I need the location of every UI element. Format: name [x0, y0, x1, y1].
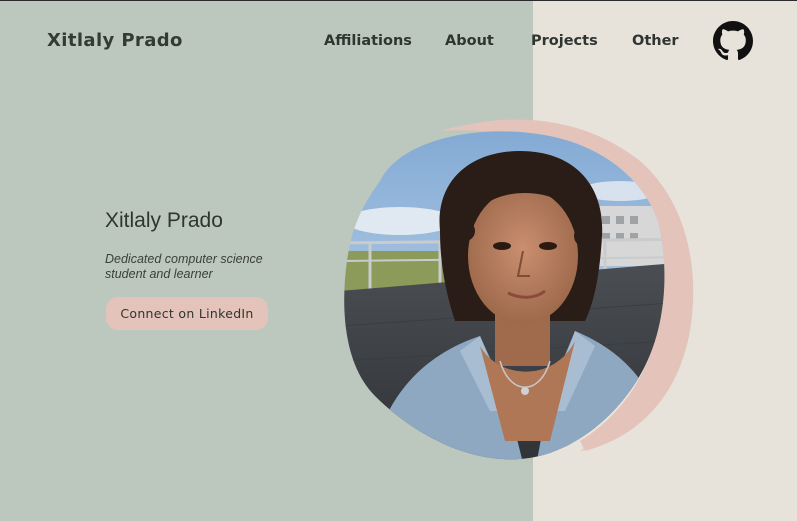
nav-link-about[interactable]: About — [445, 33, 494, 49]
nav-link-projects[interactable]: Projects — [531, 33, 598, 49]
hero-name: Xitlaly Prado — [105, 209, 223, 232]
page: Xitlaly Prado Affiliations About Project… — [0, 0, 797, 521]
site-brand[interactable]: Xitlaly Prado — [47, 30, 183, 51]
site-header: Xitlaly Prado Affiliations About Project… — [0, 1, 797, 81]
connect-linkedin-button[interactable]: Connect on LinkedIn — [106, 297, 268, 330]
profile-photo — [340, 111, 700, 471]
hero-tagline: Dedicated computer science student and l… — [105, 252, 263, 281]
github-icon[interactable] — [713, 21, 753, 61]
nav-link-other[interactable]: Other — [632, 33, 679, 49]
nav-link-affiliations[interactable]: Affiliations — [324, 33, 412, 49]
